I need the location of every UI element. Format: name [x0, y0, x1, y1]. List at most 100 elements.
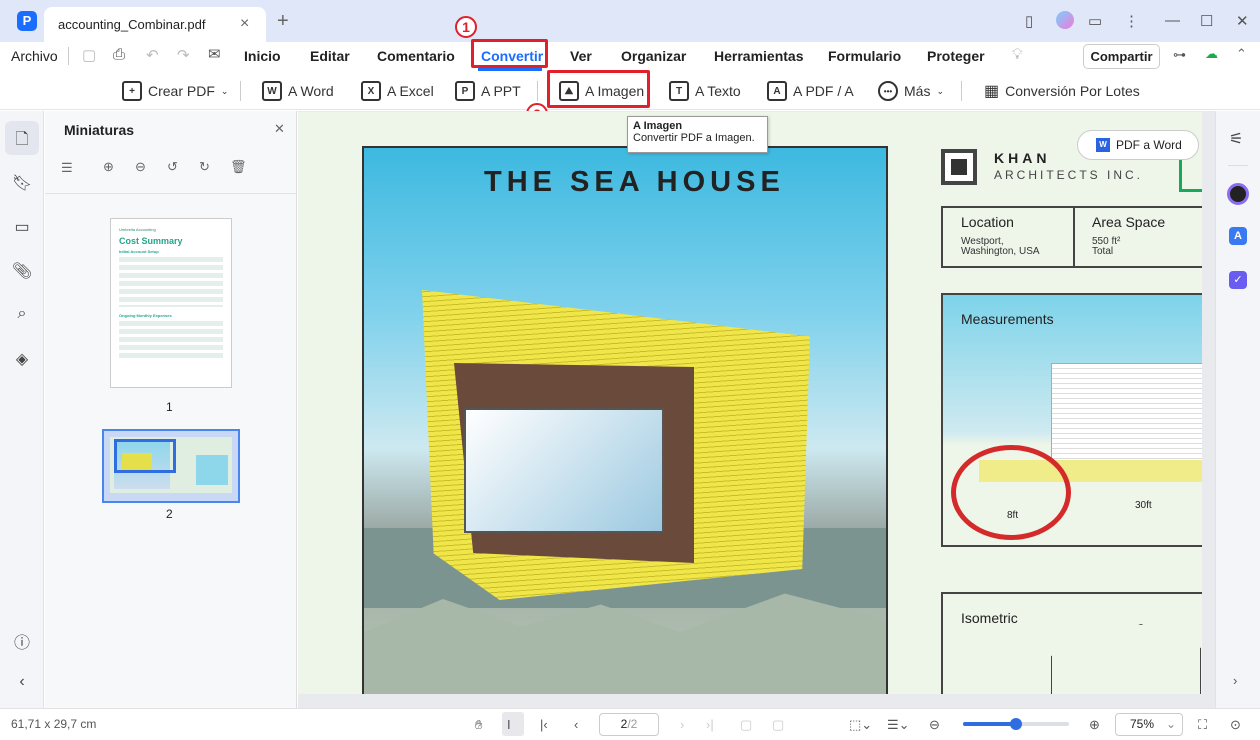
isometric-drawing	[1051, 624, 1201, 694]
mobile-icon[interactable]: ▯	[1025, 12, 1033, 30]
task-check-icon[interactable]: ✓	[1229, 271, 1247, 289]
fit-options-icon[interactable]: ⬚⌄	[849, 717, 872, 733]
first-page-icon[interactable]: |‹	[540, 717, 548, 732]
single-page-icon[interactable]: ▢	[740, 717, 752, 733]
lightbulb-icon[interactable]: 💡︎	[1012, 46, 1023, 63]
create-pdf-button[interactable]: + Crear PDF ⌄	[122, 80, 228, 102]
menu-inicio[interactable]: Inicio	[244, 48, 281, 64]
prev-page-icon[interactable]: ‹	[574, 717, 578, 732]
thumbnail-page-1[interactable]: Umbrella Accounting Cost Summary Initial…	[110, 218, 232, 388]
to-image-button[interactable]: ⛰ A Imagen	[559, 80, 644, 102]
location-label: Location	[961, 214, 1014, 230]
menu-ver[interactable]: Ver	[570, 48, 592, 64]
menu-convertir[interactable]: Convertir	[481, 48, 543, 64]
active-tab-indicator	[478, 68, 542, 71]
pdf-to-word-button[interactable]: W PDF a Word	[1077, 130, 1199, 160]
batch-label: Conversión Por Lotes	[1005, 83, 1140, 99]
isometric-label: Isometric	[961, 610, 1018, 626]
viewport-indicator	[114, 439, 176, 473]
last-page-icon[interactable]: ›|	[706, 717, 714, 732]
settings-circle-icon[interactable]: ⊙	[1230, 717, 1241, 733]
thumb-section2: Ongoing Monthly Expenses	[119, 313, 172, 318]
org-chart-icon[interactable]: ⊶	[1173, 47, 1186, 63]
zoom-in-thumb-icon[interactable]: ⊕	[103, 159, 114, 175]
print-icon[interactable]: ⎙	[113, 46, 125, 63]
zoom-out-icon[interactable]: ⊖	[929, 717, 940, 733]
collapse-right-icon[interactable]: ›	[1233, 673, 1237, 688]
menu-herramientas[interactable]: Herramientas	[714, 48, 804, 64]
document-tab[interactable]: accounting_Combinar.pdf ×	[44, 7, 266, 42]
attachment-icon[interactable]: 📎︎	[11, 261, 33, 281]
page-number-input[interactable]: 2/2	[599, 713, 659, 736]
thumb-label-2: 2	[166, 507, 173, 521]
zoom-in-icon[interactable]: ⊕	[1089, 717, 1100, 733]
company-subtitle: ARCHITECTS INC.	[994, 168, 1144, 182]
next-page-icon[interactable]: ›	[680, 717, 684, 732]
zoom-slider[interactable]	[963, 718, 1069, 730]
rotate-right-icon[interactable]: ↻	[199, 159, 210, 175]
comment-icon[interactable]: ▭	[11, 217, 33, 237]
save-icon[interactable]: ▢	[82, 46, 96, 64]
menu-comentario[interactable]: Comentario	[377, 48, 455, 64]
delete-page-icon[interactable]: 🗑︎	[230, 159, 247, 175]
bookmark-icon[interactable]: 🔖︎	[11, 173, 33, 193]
minimize-icon[interactable]: —	[1165, 12, 1180, 29]
poster-title: THE SEA HOUSE	[484, 166, 785, 198]
new-tab-icon[interactable]: +	[277, 10, 289, 33]
thumb-section1: Initial Account Setup	[119, 249, 159, 254]
close-panel-icon[interactable]: ✕	[274, 121, 285, 137]
more-icon: •••	[878, 81, 898, 101]
collapse-left-icon[interactable]: ‹	[11, 673, 33, 691]
select-tool-icon[interactable]: I	[507, 717, 511, 732]
zoom-select[interactable]: 75% ⌄	[1115, 713, 1183, 736]
to-pdfa-button[interactable]: A A PDF / A	[767, 80, 854, 102]
feedback-icon[interactable]: ▭	[1088, 12, 1102, 30]
mail-icon[interactable]: ✉	[208, 45, 221, 63]
hand-tool-icon[interactable]: ✋︎	[475, 717, 482, 733]
thumbnail-panel: Miniaturas ✕ ☰ ⊕ ⊖ ↺ ↻ 🗑︎ Umbrella Accou…	[45, 111, 297, 708]
to-word-button[interactable]: W A Word	[262, 80, 334, 102]
menu-proteger[interactable]: Proteger	[927, 48, 985, 64]
right-rail: ⚟ A ✓ ›	[1215, 111, 1260, 708]
pages-icon[interactable]: 🗋︎	[11, 128, 33, 155]
ai-assistant-icon[interactable]	[1227, 183, 1249, 205]
isometric-panel: Isometric	[941, 592, 1202, 694]
cloud-sync-icon[interactable]: ☁	[1205, 46, 1218, 62]
zoom-slider-handle[interactable]	[1010, 718, 1022, 730]
share-button[interactable]: Compartir	[1083, 44, 1160, 69]
thumbnail-page-2[interactable]	[102, 429, 240, 503]
to-word-label: A Word	[288, 83, 334, 99]
more-button[interactable]: ••• Más ⌄	[878, 80, 944, 102]
to-text-button[interactable]: T A Texto	[669, 80, 741, 102]
to-excel-label: A Excel	[387, 83, 434, 99]
panel-title: Miniaturas	[64, 122, 135, 138]
redo-icon[interactable]: ↷	[177, 46, 190, 64]
batch-conversion-button[interactable]: ▦ Conversión Por Lotes	[984, 80, 1140, 102]
to-excel-button[interactable]: X A Excel	[361, 80, 434, 102]
list-options-icon[interactable]: ☰	[61, 160, 73, 176]
close-tab-icon[interactable]: ×	[240, 15, 249, 33]
menu-formulario[interactable]: Formulario	[828, 48, 901, 64]
avatar[interactable]	[1056, 11, 1074, 29]
menu-archivo[interactable]: Archivo	[11, 48, 58, 64]
layers-icon[interactable]: ◈	[11, 349, 33, 369]
thumb-company: Umbrella Accounting	[119, 227, 156, 232]
collapse-ribbon-icon[interactable]: ⌃	[1236, 46, 1247, 62]
zoom-out-thumb-icon[interactable]: ⊖	[135, 159, 146, 175]
window	[464, 408, 664, 533]
to-ppt-button[interactable]: P A PPT	[455, 80, 521, 102]
undo-icon[interactable]: ↶	[146, 46, 159, 64]
maximize-icon[interactable]: ☐	[1200, 12, 1213, 30]
menu-organizar[interactable]: Organizar	[621, 48, 686, 64]
fullscreen-icon[interactable]: ⛶	[1198, 717, 1207, 733]
properties-icon[interactable]: ⚟	[1229, 129, 1243, 149]
rotate-left-icon[interactable]: ↺	[167, 159, 178, 175]
more-vertical-icon[interactable]: ⋮	[1124, 12, 1139, 30]
search-icon[interactable]: ⌕	[11, 305, 33, 323]
menu-editar[interactable]: Editar	[310, 48, 350, 64]
close-window-icon[interactable]: ✕	[1236, 12, 1249, 30]
translate-icon[interactable]: A	[1229, 227, 1247, 245]
two-page-icon[interactable]: ▢	[772, 717, 784, 733]
page-layout-icon[interactable]: ☰⌄	[887, 717, 910, 733]
help-icon[interactable]: ⓘ	[11, 629, 33, 653]
